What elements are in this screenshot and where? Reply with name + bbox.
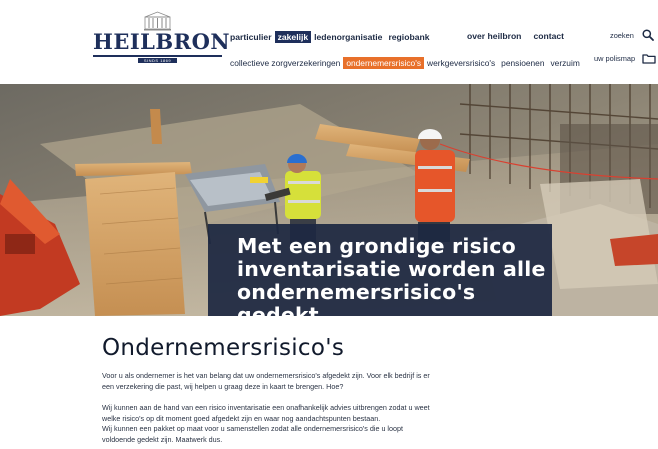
subnav-item-pensioenen[interactable]: pensioenen	[498, 57, 547, 69]
nav-item-over-heilbron[interactable]: over heilbron	[467, 31, 521, 41]
subnav-item-werkgeversrisicos[interactable]: werkgeversrisico's	[424, 57, 498, 69]
nav-item-regiobank[interactable]: regiobank	[385, 31, 432, 43]
subnav-item-ondernemersrisicos[interactable]: ondernemersrisico's	[343, 57, 425, 69]
body-paragraph-1: Wij kunnen aan de hand van een risico in…	[102, 403, 430, 423]
search-button[interactable]: zoeken	[610, 29, 654, 41]
polismap-label: uw polismap	[594, 54, 636, 63]
nav-item-zakelijk[interactable]: zakelijk	[274, 31, 312, 43]
nav-item-ledenorganisatie[interactable]: ledenorganisatie	[311, 31, 385, 43]
main-navigation: particulier zakelijk ledenorganisatie re…	[230, 31, 433, 43]
search-label: zoeken	[610, 30, 634, 40]
polismap-button[interactable]: uw polismap	[594, 53, 656, 64]
logo-wordmark: HEILBRON	[93, 29, 231, 54]
heilbron-logo[interactable]: HEILBRON SINDS 1869	[93, 11, 231, 63]
secondary-navigation: over heilbron contact	[467, 31, 564, 41]
hero-banner: Met een grondige risico inventarisatie w…	[0, 84, 658, 316]
nav-item-contact[interactable]: contact	[533, 31, 564, 41]
hero-caption-line-2: inventarisatie worden alle	[237, 257, 546, 281]
nav-item-particulier[interactable]: particulier	[230, 31, 275, 43]
subnav-item-verzuim[interactable]: verzuim	[547, 57, 582, 69]
intro-paragraph: Voor u als ondernemer is het van belang …	[102, 371, 430, 391]
search-icon	[642, 29, 654, 41]
sub-navigation: collectieve zorgverzekeringen ondernemer…	[230, 57, 583, 69]
logo-tagline: SINDS 1869	[138, 58, 177, 63]
page-title: Ondernemersrisico's	[102, 335, 345, 361]
body-paragraph-2: Wij kunnen een pakket op maat voor u sam…	[102, 424, 404, 444]
hero-caption-line-3: ondernemersrisico's gedekt.	[237, 280, 476, 317]
folder-icon	[642, 54, 656, 64]
body-text: Wij kunnen aan de hand van een risico in…	[102, 403, 432, 445]
subnav-item-collectieve-zorgverzekeringen[interactable]: collectieve zorgverzekeringen	[230, 57, 343, 69]
hero-caption-line-1: Met een grondige risico	[237, 234, 516, 258]
hero-caption: Met een grondige risico inventarisatie w…	[208, 224, 552, 316]
building-logo-icon	[143, 11, 172, 31]
logo-rule	[93, 55, 222, 57]
